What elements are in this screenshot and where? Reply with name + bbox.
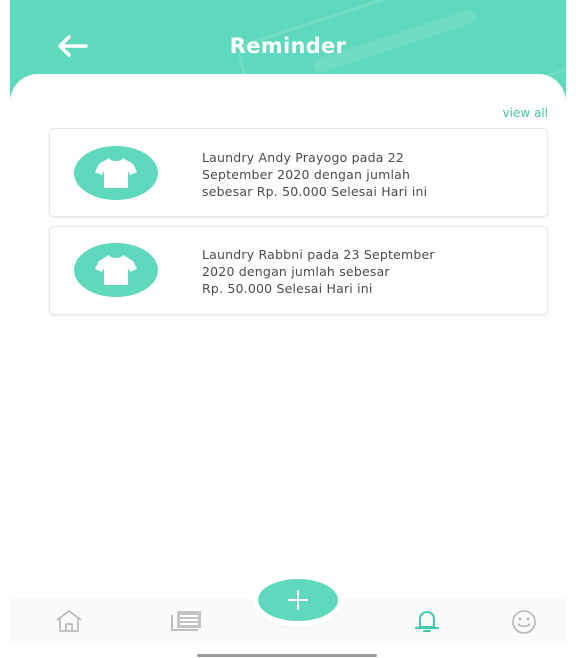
smiley-icon xyxy=(512,610,536,634)
home-icon xyxy=(56,610,82,632)
nav-home[interactable] xyxy=(54,609,84,637)
bell-icon xyxy=(414,611,440,632)
reminder-icon-badge xyxy=(74,146,158,200)
page-title: Reminder xyxy=(229,34,347,58)
view-all-link[interactable]: view all xyxy=(503,106,548,120)
reminder-text: Laundry Andy Prayogo pada 22 September 2… xyxy=(202,150,428,199)
nav-news[interactable] xyxy=(170,609,204,637)
reminder-icon-badge xyxy=(74,243,158,297)
reminder-card[interactable]: Laundry Andy Prayogo pada 22 September 2… xyxy=(49,128,548,217)
home-indicator xyxy=(197,654,377,657)
reminder-card[interactable]: Laundry Rabbni pada 23 September 2020 de… xyxy=(49,226,548,315)
reminder-text: Laundry Rabbni pada 23 September 2020 de… xyxy=(202,247,435,296)
nav-profile[interactable] xyxy=(510,609,538,639)
tshirt-icon xyxy=(95,158,137,188)
news-icon xyxy=(171,611,201,631)
nav-reminder[interactable] xyxy=(413,609,441,639)
add-button[interactable] xyxy=(258,579,338,621)
tshirt-icon xyxy=(95,255,137,285)
